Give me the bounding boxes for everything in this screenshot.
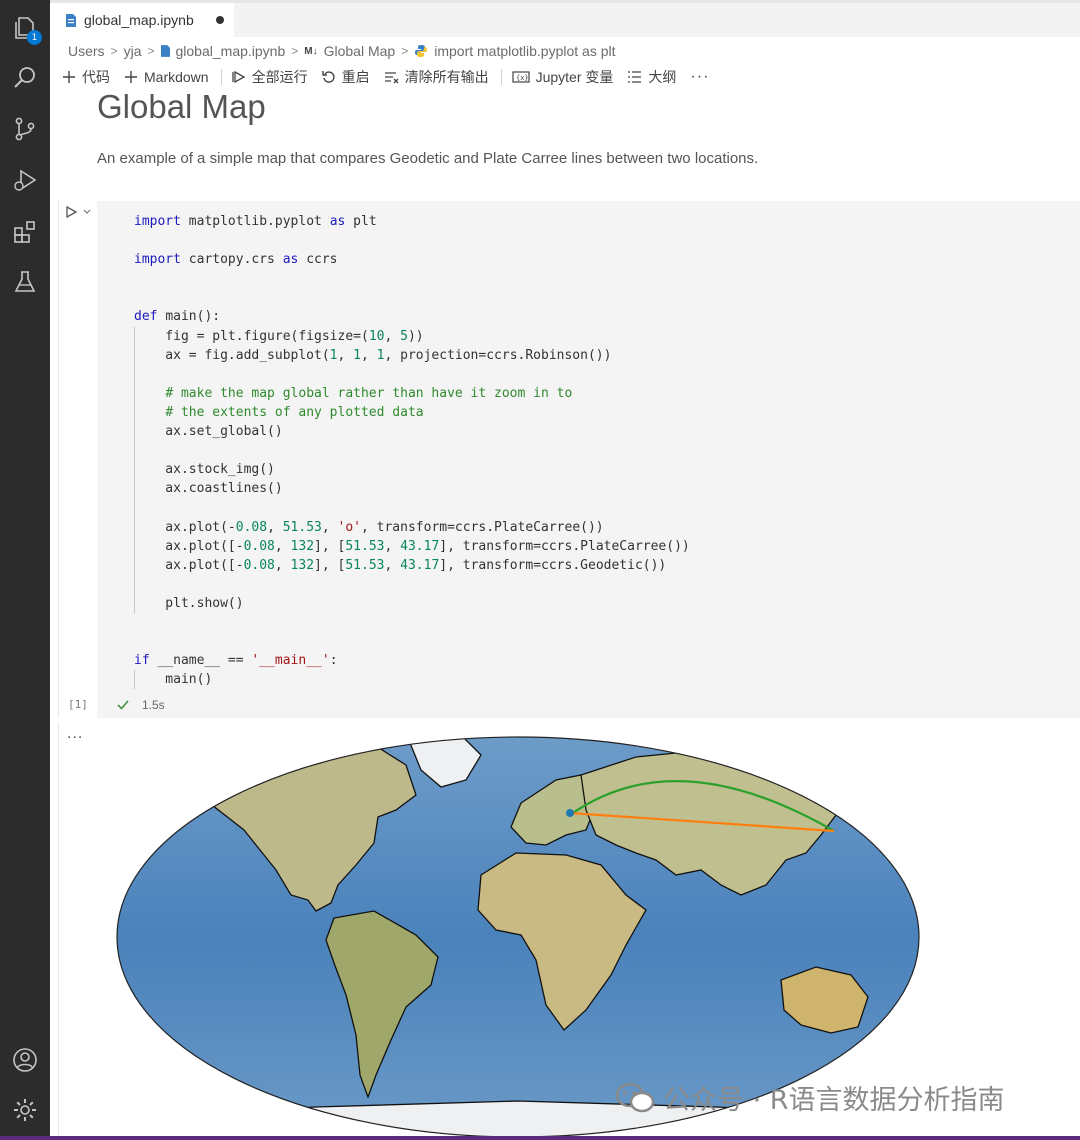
- markdown-description: An example of a simple map that compares…: [97, 150, 759, 167]
- notebook-file-icon: [160, 45, 170, 57]
- code-editor[interactable]: import matplotlib.pyplot as plt import c…: [134, 212, 690, 689]
- breadcrumb-notebook[interactable]: global_map.ipynb: [176, 43, 286, 59]
- plus-icon: [63, 71, 75, 83]
- run-debug-icon[interactable]: [11, 166, 39, 194]
- breadcrumb-global-map[interactable]: Global Map: [324, 43, 396, 59]
- clear-outputs-button[interactable]: 清除所有输出: [384, 67, 489, 87]
- success-check-icon: [117, 700, 129, 710]
- jupyter-variables-button[interactable]: {x} Jupyter 变量: [511, 67, 614, 87]
- list-outline-icon: [628, 71, 642, 83]
- markdown-icon: M↓: [304, 45, 318, 57]
- account-icon[interactable]: [11, 1046, 39, 1074]
- play-icon: [66, 205, 78, 219]
- editor-area: global_map.ipynb Users > yja > global_ma…: [50, 0, 1080, 1140]
- search-icon[interactable]: [11, 64, 39, 92]
- page-title: Global Map: [97, 88, 266, 125]
- extensions-icon[interactable]: [11, 218, 39, 246]
- restart-label: 重启: [341, 69, 370, 85]
- watermark: 公众号 · R语言数据分析指南: [615, 1078, 1005, 1117]
- activity-bar: 1: [0, 0, 50, 1140]
- explorer-badge: 1: [27, 30, 42, 45]
- add-code-button[interactable]: 代码: [62, 67, 110, 87]
- more-actions-icon[interactable]: ···: [690, 68, 709, 86]
- testing-flask-icon[interactable]: [11, 268, 39, 296]
- tab-label: global_map.ipynb: [84, 12, 194, 28]
- add-markdown-button[interactable]: Markdown: [124, 69, 209, 85]
- london-point-marker: [566, 809, 574, 817]
- clear-outputs-label: 清除所有输出: [404, 69, 489, 85]
- tab-bar: global_map.ipynb: [50, 3, 1080, 37]
- chevron-down-icon: [83, 209, 91, 214]
- notebook-file-icon: [66, 13, 76, 27]
- breadcrumb-users[interactable]: Users: [68, 43, 105, 59]
- watermark-text: 公众号 · R语言数据分析指南: [663, 1085, 1005, 1116]
- outline-button[interactable]: 大纲: [627, 67, 676, 87]
- breadcrumb-cell[interactable]: import matplotlib.pyplot as plt: [434, 43, 615, 59]
- jupyter-variables-label: Jupyter 变量: [535, 69, 614, 85]
- tab-global-map-notebook[interactable]: global_map.ipynb: [50, 3, 234, 37]
- clear-all-icon: [384, 72, 399, 84]
- run-all-label: 全部运行: [251, 69, 308, 85]
- toolbar-divider: [220, 69, 222, 85]
- breadcrumb-yja[interactable]: yja: [124, 43, 142, 59]
- add-code-label: 代码: [82, 69, 110, 85]
- settings-gear-icon[interactable]: [11, 1096, 39, 1124]
- breadcrumb: Users > yja > global_map.ipynb > M↓ Glob…: [68, 41, 616, 61]
- run-cell-button[interactable]: [64, 205, 92, 219]
- source-control-icon[interactable]: [11, 115, 39, 143]
- execution-duration: 1.5s: [142, 698, 165, 712]
- restart-icon: [321, 71, 335, 83]
- outline-label: 大纲: [648, 69, 677, 85]
- plus-icon: [125, 71, 137, 83]
- execution-count: [1]: [68, 698, 88, 711]
- variables-icon: {x}: [511, 71, 530, 83]
- toolbar-divider: [500, 69, 502, 85]
- cell-gutter: [58, 201, 97, 718]
- wechat-icon: [615, 1082, 655, 1112]
- run-all-button[interactable]: 全部运行: [231, 67, 308, 87]
- python-icon: [415, 45, 428, 57]
- unsaved-dot-icon[interactable]: [216, 16, 224, 24]
- output-more-icon[interactable]: ...: [67, 725, 83, 743]
- chevron-right-icon: >: [291, 44, 299, 58]
- svg-text:{x}: {x}: [516, 74, 529, 82]
- files-icon[interactable]: 1: [11, 14, 42, 45]
- run-all-icon: [231, 70, 245, 84]
- restart-button[interactable]: 重启: [321, 67, 370, 87]
- chevron-right-icon: >: [110, 44, 118, 58]
- chevron-right-icon: >: [147, 44, 155, 58]
- status-strip: [0, 1136, 1080, 1140]
- chevron-right-icon: >: [401, 44, 409, 58]
- notebook-toolbar: 代码 Markdown 全部运行 重启 清除所有输出 {x} Jupyter 变…: [62, 65, 709, 89]
- add-markdown-label: Markdown: [144, 69, 209, 85]
- output-gutter: [58, 722, 59, 1140]
